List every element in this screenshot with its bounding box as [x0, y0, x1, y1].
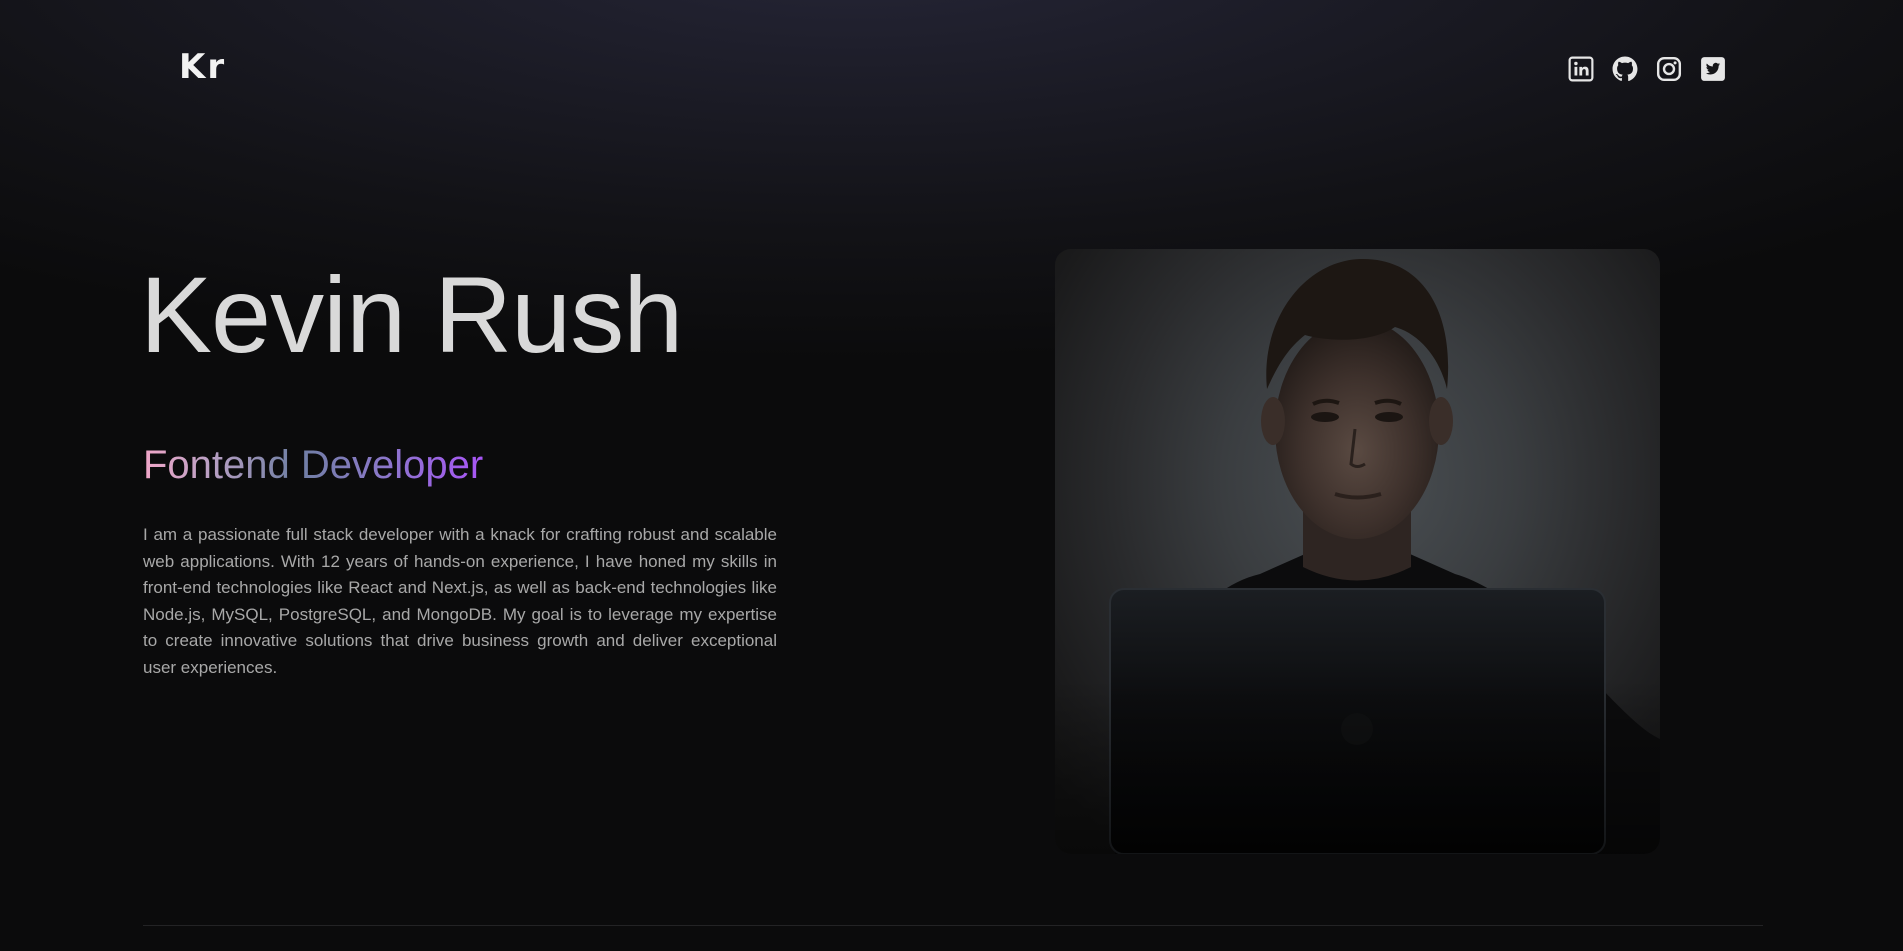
github-icon	[1612, 56, 1638, 82]
hero-role: Fontend Developer	[143, 443, 484, 487]
section-divider	[143, 925, 1763, 926]
profile-photo	[1055, 249, 1660, 854]
instagram-link[interactable]	[1656, 56, 1682, 82]
logo[interactable]: Kr	[179, 47, 226, 87]
hero-bio: I am a passionate full stack developer w…	[143, 525, 777, 677]
linkedin-icon	[1568, 56, 1594, 82]
github-link[interactable]	[1612, 56, 1638, 82]
portrait-illustration	[1055, 258, 1660, 854]
instagram-icon	[1656, 56, 1682, 82]
twitter-link[interactable]	[1700, 56, 1726, 82]
hero-name: Kevin Rush	[140, 254, 683, 375]
twitter-icon	[1701, 57, 1725, 81]
social-links	[1568, 56, 1726, 82]
linkedin-link[interactable]	[1568, 56, 1594, 82]
